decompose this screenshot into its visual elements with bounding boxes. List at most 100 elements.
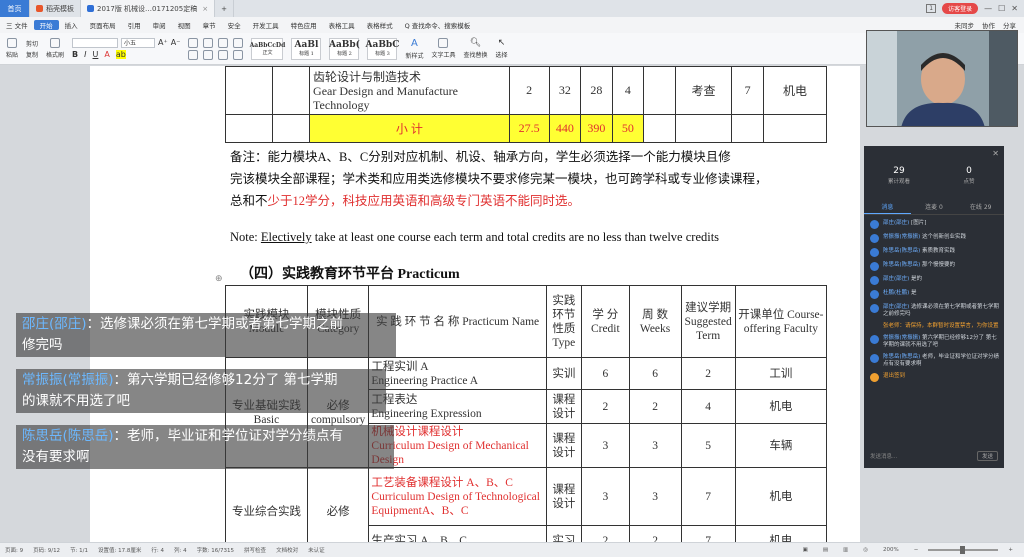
- page-view-icon[interactable]: ▥: [838, 547, 853, 553]
- zoom-level[interactable]: 200%: [878, 547, 904, 553]
- new-style-label: 新样式: [405, 52, 424, 60]
- font-size-select[interactable]: 小五: [121, 38, 156, 48]
- chat-input[interactable]: 发送消息...: [870, 452, 897, 460]
- menu-reference[interactable]: 引用: [122, 20, 147, 30]
- view-mode-icon[interactable]: ▣: [798, 547, 813, 553]
- course-name-cell[interactable]: 齿轮设计与制造技术 Gear Design and Manufacture Te…: [309, 66, 510, 115]
- paste-button[interactable]: 粘贴: [6, 38, 18, 59]
- close-icon[interactable]: ✕: [992, 149, 999, 158]
- doc-proofread-button[interactable]: 文档校对: [271, 546, 303, 554]
- zoom-out-icon[interactable]: −: [909, 547, 924, 553]
- comment-text: ：第六学期已经修够12分了 第七学期: [113, 372, 338, 388]
- menu-file[interactable]: 三 文件: [0, 20, 34, 30]
- note-english: Note: Electively take at least one cours…: [230, 226, 719, 248]
- italic-icon[interactable]: I: [84, 50, 86, 59]
- underline-icon[interactable]: U: [93, 50, 99, 59]
- grow-font-icon[interactable]: A⁺: [158, 38, 168, 48]
- tab-online[interactable]: 在线 29: [957, 201, 1004, 214]
- select-button[interactable]: ↖ 选择: [496, 38, 508, 59]
- assess-cell: 考查: [674, 66, 733, 115]
- menu-insert[interactable]: 插入: [59, 20, 84, 30]
- number-list-icon[interactable]: [203, 37, 214, 48]
- document-area[interactable]: 齿轮设计与制造技术 Gear Design and Manufacture Te…: [0, 66, 860, 542]
- login-button[interactable]: 访客登录: [942, 3, 979, 14]
- sort-icon[interactable]: [233, 37, 244, 48]
- text-tools-button[interactable]: 文字工具: [431, 38, 455, 59]
- menu-review[interactable]: 审阅: [147, 20, 172, 30]
- sender-name: 杜鹏(杜鹏): [883, 290, 910, 296]
- tab-docer[interactable]: 稻壳模板: [30, 0, 81, 17]
- menu-layout[interactable]: 页面布局: [84, 20, 122, 30]
- send-button[interactable]: 发送: [976, 451, 998, 461]
- zoom-slider[interactable]: [928, 546, 999, 554]
- list-item: 邵庄(邵庄) 是的: [870, 276, 1000, 285]
- format-painter-button[interactable]: 格式刷: [46, 38, 64, 59]
- document-page[interactable]: 齿轮设计与制造技术 Gear Design and Manufacture Te…: [90, 66, 860, 542]
- subtotal-hours-cell: 440: [548, 114, 582, 143]
- menu-table-tools[interactable]: 表格工具: [323, 20, 361, 30]
- menu-view[interactable]: 视图: [172, 20, 197, 30]
- tab-document[interactable]: 2017版 机械设…0171205定稿 ×: [81, 0, 216, 17]
- comment-text: ：选修课必须在第七学期或者第七学期之前: [86, 316, 344, 332]
- webcam-video[interactable]: [866, 30, 1018, 127]
- menu-developer[interactable]: 开发工具: [247, 20, 285, 30]
- certification-status[interactable]: 未认证: [303, 546, 330, 554]
- paste-label: 粘贴: [6, 52, 19, 59]
- read-mode-icon[interactable]: ▤: [818, 547, 833, 553]
- menu-features[interactable]: 特色应用: [285, 20, 323, 30]
- indent-icon[interactable]: [218, 37, 229, 48]
- name-en: Curriculum Design of Technological Equip…: [371, 490, 540, 517]
- style-sample: AaBb(: [328, 40, 360, 50]
- tab-mic[interactable]: 连麦 0: [911, 201, 958, 214]
- menu-security[interactable]: 安全: [222, 20, 247, 30]
- leave-checkin-link[interactable]: 退出签到: [870, 373, 1000, 382]
- text-tools-label: 文字工具: [431, 52, 456, 59]
- term-cell: 7: [680, 467, 736, 526]
- sidebar-expand-icon[interactable]: [1014, 70, 1024, 80]
- collaborate-button[interactable]: 协作: [982, 20, 995, 30]
- share-button[interactable]: 分享: [1003, 20, 1016, 30]
- find-replace-button[interactable]: 🔍︎ 查找替换: [463, 38, 487, 59]
- menu-chapter[interactable]: 章节: [197, 20, 222, 30]
- close-window-icon[interactable]: ✕: [1011, 4, 1018, 13]
- copy-button[interactable]: 复制: [26, 50, 38, 59]
- new-tab-button[interactable]: +: [215, 0, 234, 17]
- table-move-handle[interactable]: ⊕: [215, 274, 223, 284]
- style-heading-2[interactable]: AaBb(标题 2: [328, 37, 360, 60]
- bullet-list-icon[interactable]: [188, 37, 199, 48]
- comment-text: ：老师，毕业证和学位证对学分绩点有: [113, 428, 344, 444]
- command-search[interactable]: Q 查找命令、搜索模板: [399, 20, 477, 30]
- cut-button[interactable]: 剪切: [26, 39, 38, 48]
- close-tab-icon[interactable]: ×: [202, 5, 208, 13]
- align-right-icon[interactable]: [218, 49, 229, 60]
- menu-table-style[interactable]: 表格样式: [361, 20, 399, 30]
- message-text: [图片]: [911, 220, 927, 226]
- dept-cell: 车辆: [734, 423, 828, 468]
- highlight-icon[interactable]: ab: [115, 50, 126, 59]
- style-normal[interactable]: AaBbCcDd 正文: [250, 37, 285, 60]
- bold-icon[interactable]: B: [72, 50, 78, 59]
- shrink-font-icon[interactable]: A⁻: [171, 38, 181, 48]
- justify-icon[interactable]: [233, 49, 244, 60]
- sync-status[interactable]: 未同步: [955, 20, 975, 30]
- note-line-2: 完该模块全部课程；学术类和应用类选修模块不要求修完某一模块，也可跨学科或专业修读…: [230, 172, 768, 186]
- align-left-icon[interactable]: [188, 49, 199, 60]
- docer-icon: [36, 5, 43, 12]
- align-center-icon[interactable]: [203, 49, 214, 60]
- font-name-select[interactable]: [72, 38, 119, 48]
- tab-messages[interactable]: 消息: [864, 201, 911, 214]
- table-cell: [643, 114, 676, 143]
- style-heading-1[interactable]: AaBl 标题 1: [291, 37, 322, 60]
- spell-check-button[interactable]: 拼写检查: [239, 546, 271, 554]
- maximize-icon[interactable]: ☐: [998, 4, 1005, 13]
- zoom-in-icon[interactable]: +: [1003, 547, 1018, 553]
- style-heading-3[interactable]: AaBbC 标题 3: [366, 37, 399, 60]
- tab-home[interactable]: 首页: [0, 0, 30, 17]
- status-wordcount[interactable]: 字数: 16/7315: [192, 546, 239, 554]
- note-line-3-text: 总和不: [230, 194, 268, 208]
- menu-start[interactable]: 开始: [33, 20, 59, 30]
- font-color-icon[interactable]: A: [104, 50, 109, 59]
- minimize-icon[interactable]: —: [984, 4, 992, 13]
- web-view-icon[interactable]: ◎: [858, 547, 873, 553]
- new-style-button[interactable]: A 新样式: [405, 38, 423, 60]
